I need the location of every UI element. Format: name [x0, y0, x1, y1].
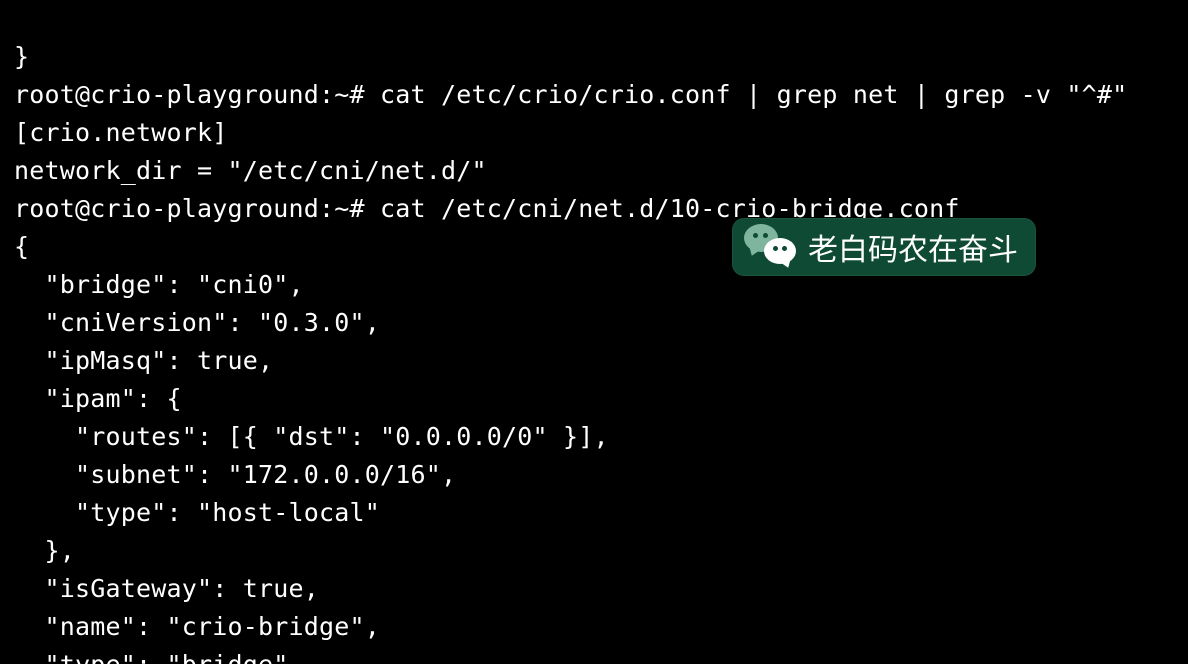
terminal-line: root@crio-playground:~# cat /etc/crio/cr… [14, 80, 1127, 109]
terminal-line: "type": "bridge" [14, 650, 289, 664]
terminal-line: "routes": [{ "dst": "0.0.0.0/0" }], [14, 422, 609, 451]
terminal-line: "type": "host-local" [14, 498, 380, 527]
terminal-line: [crio.network] [14, 118, 228, 147]
terminal-line: { [14, 232, 29, 261]
terminal-line: "ipMasq": true, [14, 346, 273, 375]
terminal-line: "subnet": "172.0.0.0/16", [14, 460, 456, 489]
terminal-line: "ipam": { [14, 384, 182, 413]
wechat-icon [744, 224, 800, 270]
terminal-line: "isGateway": true, [14, 574, 319, 603]
terminal-line: "cniVersion": "0.3.0", [14, 308, 380, 337]
wechat-watermark: 老白码农在奋斗 [732, 218, 1036, 276]
terminal-output: } root@crio-playground:~# cat /etc/crio/… [0, 0, 1188, 664]
terminal-line: "name": "crio-bridge", [14, 612, 380, 641]
terminal-line: network_dir = "/etc/cni/net.d/" [14, 156, 487, 185]
watermark-text: 老白码农在奋斗 [808, 225, 1018, 269]
terminal-line: "bridge": "cni0", [14, 270, 304, 299]
terminal-line: } [14, 42, 29, 71]
terminal-line: }, [14, 536, 75, 565]
